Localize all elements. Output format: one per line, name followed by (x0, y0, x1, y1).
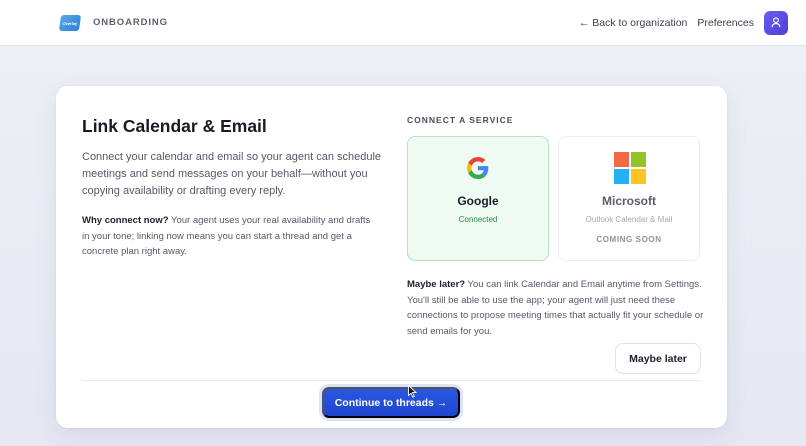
back-to-organization-link[interactable]: ← Back to organization (579, 17, 688, 29)
microsoft-coming-soon-badge: COMING SOON (596, 235, 662, 244)
app-logo[interactable]: Overlay (58, 14, 82, 31)
top-navigation-bar: Overlay ONBOARDING ← Back to organizatio… (0, 0, 806, 46)
why-connect-text: Why connect now? Your agent uses your re… (82, 213, 380, 260)
section-label: ONBOARDING (93, 17, 168, 28)
maybe-later-label: Maybe later? (407, 279, 466, 290)
preferences-link[interactable]: Preferences (697, 17, 754, 29)
nav-right: ← Back to organization Preferences (579, 10, 788, 35)
microsoft-subtitle: Outlook Calendar & Mail (585, 215, 673, 224)
page-title: Link Calendar & Email (82, 116, 267, 136)
page-description: Connect your calendar and email so your … (82, 151, 382, 197)
microsoft-service-card: Microsoft Outlook Calendar & Mail COMING… (558, 136, 700, 261)
user-avatar-button[interactable] (764, 10, 788, 35)
microsoft-name: Microsoft (602, 194, 656, 208)
onboarding-card: Link Calendar & Email Connect your calen… (56, 86, 727, 428)
why-connect-label: Why connect now? (82, 215, 169, 226)
microsoft-icon (614, 152, 646, 184)
maybe-later-text: Maybe later? You can link Calendar and E… (407, 277, 707, 339)
logo-text: Overlay (62, 20, 78, 25)
google-service-card[interactable]: Google Connected (407, 136, 549, 261)
user-icon (771, 17, 781, 28)
maybe-later-button[interactable]: Maybe later (615, 343, 701, 374)
google-icon (467, 157, 489, 179)
footer-divider (82, 380, 701, 381)
google-status: Connected (458, 215, 498, 224)
continue-to-threads-button[interactable]: Continue to threads → (322, 387, 460, 418)
connect-service-label: CONNECT A SERVICE (407, 115, 514, 125)
google-name: Google (457, 194, 499, 208)
mouse-cursor-icon (408, 385, 417, 398)
